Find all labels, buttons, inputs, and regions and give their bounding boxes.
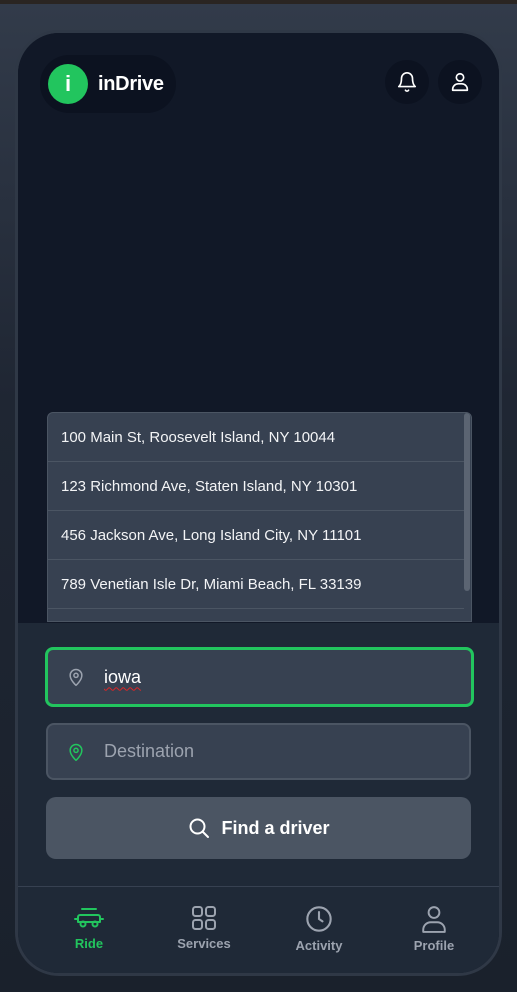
map-area[interactable]: i inDrive 100 Main St, Roosevelt Island,… xyxy=(18,33,499,623)
nav-label-ride: Ride xyxy=(74,936,104,951)
suggestions-scrollbar[interactable] xyxy=(464,413,470,591)
search-icon xyxy=(189,818,210,838)
grid-icon xyxy=(192,906,216,930)
logo-icon: i xyxy=(48,64,88,104)
suggestion-item-partial[interactable] xyxy=(48,609,464,621)
user-icon xyxy=(451,72,469,92)
account-button[interactable] xyxy=(438,60,482,104)
nav-label-activity: Activity xyxy=(295,938,343,953)
nav-label-profile: Profile xyxy=(413,938,455,953)
notifications-button[interactable] xyxy=(385,60,429,104)
car-icon xyxy=(74,908,104,928)
nav-item-services[interactable]: Services xyxy=(149,905,259,951)
find-driver-label: Find a driver xyxy=(221,817,330,838)
nav-label-services: Services xyxy=(177,936,231,951)
origin-input[interactable]: iowa xyxy=(104,667,141,688)
ride-request-panel: iowa Destination Find a driver xyxy=(18,623,499,886)
profile-icon xyxy=(422,906,446,933)
nav-item-profile[interactable]: Profile xyxy=(379,905,489,953)
origin-field[interactable]: iowa xyxy=(45,647,474,707)
destination-input[interactable]: Destination xyxy=(104,741,194,762)
bell-icon xyxy=(397,72,417,92)
map-pin-icon xyxy=(69,668,83,687)
brand-badge: i inDrive xyxy=(40,55,176,113)
clock-icon xyxy=(306,906,332,932)
find-driver-button[interactable]: Find a driver xyxy=(46,797,471,859)
suggestion-item[interactable]: 456 Jackson Ave, Long Island City, NY 11… xyxy=(48,511,464,560)
destination-field[interactable]: Destination xyxy=(46,723,471,780)
destination-pin-icon xyxy=(69,743,83,761)
suggestion-item[interactable]: 100 Main St, Roosevelt Island, NY 10044 xyxy=(48,413,464,462)
app-name: inDrive xyxy=(98,72,164,95)
suggestion-item[interactable]: 123 Richmond Ave, Staten Island, NY 1030… xyxy=(48,462,464,511)
nav-item-ride[interactable]: Ride xyxy=(34,905,144,951)
phone-frame: i inDrive 100 Main St, Roosevelt Island,… xyxy=(15,30,502,976)
suggestion-item[interactable]: 789 Venetian Isle Dr, Miami Beach, FL 33… xyxy=(48,560,464,609)
nav-item-activity[interactable]: Activity xyxy=(264,905,374,953)
bottom-nav: Ride Services Activity Profile xyxy=(18,886,499,973)
logo-letter: i xyxy=(64,71,72,96)
address-suggestions: 100 Main St, Roosevelt Island, NY 10044 … xyxy=(47,412,472,622)
